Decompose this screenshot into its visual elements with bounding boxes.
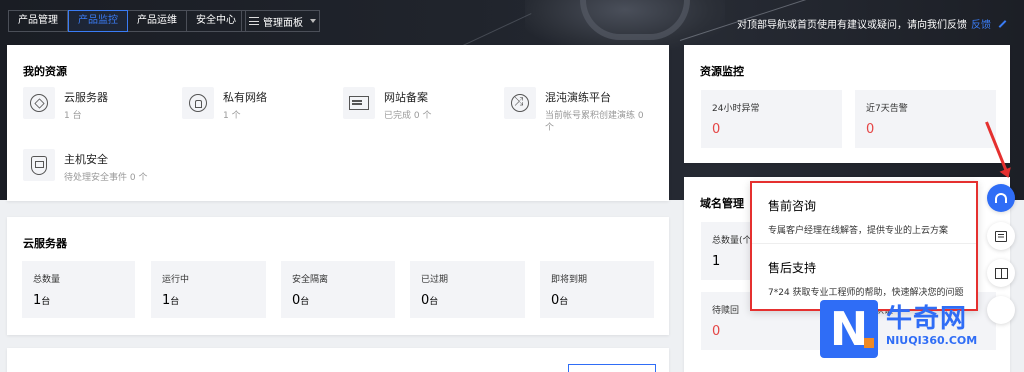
stat-value: 0台	[421, 293, 439, 308]
support-button[interactable]	[987, 184, 1015, 212]
resource-count: 待处理安全事件 0 个	[64, 173, 148, 183]
resource-icp[interactable]: 网站备案 已完成 0 个	[343, 87, 431, 122]
aftersale-desc: 7*24 获取专业工程师的帮助，快速解决您的问题	[768, 288, 964, 298]
stat-value: 0	[712, 122, 721, 137]
banner-line	[458, 13, 532, 48]
support-popup: 售前咨询 专属客户经理在线解答，提供专业的上云方案 售后支持 7*24 获取专业…	[750, 181, 978, 311]
website-icon	[349, 96, 369, 110]
stat-label: 运行中	[162, 275, 190, 285]
swap-icon	[511, 94, 529, 112]
tab-product-ops[interactable]: 产品运维	[128, 10, 187, 32]
resource-name: 云服务器	[64, 91, 108, 104]
resource-count: 1 台	[64, 111, 82, 121]
stat-running[interactable]: 运行中 1台	[151, 261, 266, 318]
tickets-button[interactable]	[987, 222, 1015, 250]
management-panel-button[interactable]: 管理面板	[241, 10, 320, 32]
feedback-bar: 对顶部导航或首页使用有建议或疑问，请向我们反馈 反馈	[737, 16, 1007, 31]
stat-label: 已过期	[421, 275, 449, 285]
stat-value: 0台	[551, 293, 569, 308]
pencil-icon[interactable]	[998, 19, 1007, 28]
presale-title: 售前咨询	[768, 199, 817, 213]
divider	[752, 243, 976, 244]
watermark-logo: N 牛奇网 NIUQI360.COM	[820, 298, 1016, 362]
aftersale-section[interactable]: 售后支持 7*24 获取专业工程师的帮助，快速解决您的问题	[768, 259, 964, 298]
resource-monitor-card: 资源监控 24小时异常 0 近7天告警 0	[684, 45, 1010, 163]
management-panel-label: 管理面板	[263, 17, 303, 29]
resource-count: 当前帐号累积创建演练 0 个	[545, 111, 644, 133]
docs-button[interactable]	[987, 259, 1015, 287]
cube-icon	[30, 94, 48, 112]
resource-name: 混沌演练平台	[545, 91, 611, 104]
tab-product-monitoring[interactable]: 产品监控	[68, 10, 128, 32]
watermark-cn: 牛奇网	[886, 304, 968, 334]
menu-icon	[249, 17, 259, 25]
top-nav: 产品管理 产品监控 产品运维 安全中心	[8, 10, 246, 32]
resource-name: 主机安全	[64, 153, 108, 166]
card-action-button[interactable]	[568, 364, 656, 372]
watermark-en: NIUQI360.COM	[886, 334, 978, 347]
resource-host-security[interactable]: 主机安全 待处理安全事件 0 个	[23, 149, 147, 184]
resource-cvm[interactable]: 云服务器 1 台	[23, 87, 108, 122]
stat-label: 安全隔离	[292, 275, 329, 285]
presale-desc: 专属客户经理在线解答，提供专业的上云方案	[768, 226, 949, 236]
stat-value: 0	[712, 324, 721, 339]
stat-value: 1台	[162, 293, 180, 308]
tab-security-center[interactable]: 安全中心	[187, 10, 246, 32]
resource-count: 1 个	[223, 111, 241, 121]
headset-icon	[995, 193, 1007, 203]
stat-expiring[interactable]: 即将到期 0台	[540, 261, 654, 318]
tab-product-management[interactable]: 产品管理	[8, 10, 68, 32]
watermark-letter: N	[820, 300, 878, 358]
stat-label: 总数量	[33, 275, 61, 285]
stat-label: 待赎回	[712, 306, 740, 316]
list-icon	[995, 230, 1007, 242]
stat-label: 近7天告警	[866, 104, 908, 114]
cvm-title: 云服务器	[23, 237, 67, 250]
shield-icon	[31, 155, 47, 175]
stat-value: 0台	[292, 293, 310, 308]
chevron-down-icon	[310, 19, 316, 23]
stat-total[interactable]: 总数量 1台	[22, 261, 135, 318]
stat-24h-abnormal[interactable]: 24小时异常 0	[701, 90, 842, 148]
resource-name: 网站备案	[384, 91, 428, 104]
lock-icon	[189, 94, 207, 112]
feedback-link[interactable]: 反馈	[971, 16, 991, 31]
stat-label: 总数量(个	[712, 236, 752, 246]
stat-isolated[interactable]: 安全隔离 0台	[281, 261, 395, 318]
resource-chaos[interactable]: 混沌演练平台 当前帐号累积创建演练 0 个	[504, 87, 654, 134]
resource-count: 已完成 0 个	[384, 111, 432, 121]
my-resources-card: 我的资源 云服务器 1 台 私有网络 1 个 网站备案 已完成 0 个 混沌演练…	[7, 45, 669, 201]
cvm-card: 云服务器 总数量 1台 运行中 1台 安全隔离 0台 已过期 0台 即将到期 0…	[7, 217, 669, 335]
stat-7d-alarm[interactable]: 近7天告警 0	[855, 90, 996, 148]
presale-section[interactable]: 售前咨询 专属客户经理在线解答，提供专业的上云方案	[768, 197, 948, 236]
resource-monitor-title: 资源监控	[700, 65, 744, 78]
feedback-text: 对顶部导航或首页使用有建议或疑问，请向我们反馈	[737, 20, 967, 31]
domain-title: 域名管理	[700, 197, 744, 210]
stat-expired[interactable]: 已过期 0台	[410, 261, 525, 318]
my-resources-title: 我的资源	[23, 65, 67, 78]
stat-label: 即将到期	[551, 275, 588, 285]
resource-vpc[interactable]: 私有网络 1 个	[182, 87, 267, 122]
stat-value: 1台	[33, 293, 51, 308]
stat-value: 0	[866, 122, 875, 137]
stat-value: 1	[712, 254, 721, 269]
stat-label: 24小时异常	[712, 104, 760, 114]
book-icon	[994, 267, 1008, 279]
aftersale-title: 售后支持	[768, 261, 817, 275]
resource-name: 私有网络	[223, 91, 267, 104]
